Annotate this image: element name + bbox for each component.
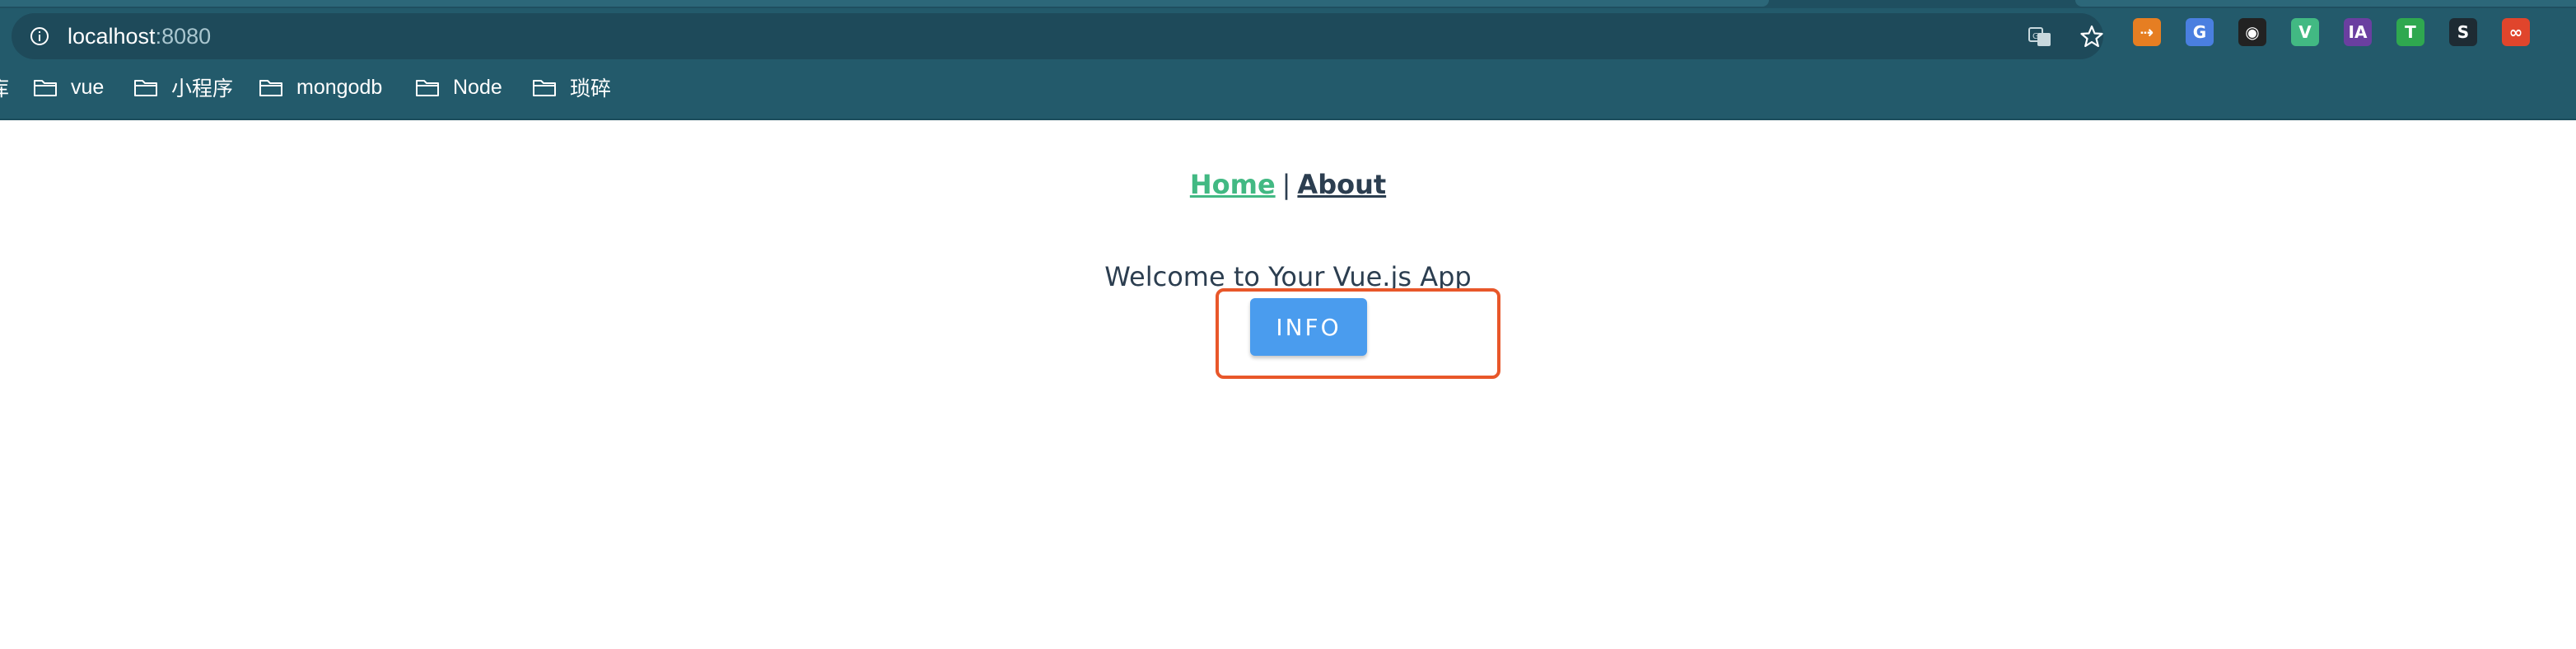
translate-icon[interactable]: G [2028,25,2052,49]
folder-icon [533,80,556,96]
bookmark-item[interactable]: vue [33,71,104,104]
bookmark-item[interactable]: 小程序 [133,71,233,104]
tab[interactable] [0,0,1769,7]
google-translate-extension-icon[interactable]: G [2186,18,2214,46]
tab[interactable] [2075,0,2576,7]
folder-icon [34,80,57,96]
incognito-extension-icon[interactable]: ◉ [2238,18,2266,46]
bookmark-item[interactable]: Node [415,71,502,104]
nav-separator: | [1281,169,1291,200]
bookmark-item[interactable]: 库 [0,71,9,104]
bookmark-item[interactable]: 琐碎 [532,71,611,104]
folder-icon [416,80,439,96]
extension-glyph: IA [2348,22,2368,42]
s-extension-icon[interactable]: S [2449,18,2477,46]
extension-glyph: V [2298,22,2312,42]
bookmark-label: Node [453,75,502,99]
bookmark-item[interactable]: mongodb [259,71,382,104]
info-icon[interactable] [30,26,49,46]
nav-link-about[interactable]: About [1297,169,1386,200]
bookmark-label: 琐碎 [570,77,612,100]
folder-icon [134,80,157,96]
bookmarks-bar: 库 vue 小程序 mongodb Node 琐碎 [0,71,2576,104]
svg-text:G: G [2032,32,2039,41]
tampermonkey-shield-extension-icon[interactable]: T [2396,18,2424,46]
vue-devtools-extension-icon[interactable]: V [2291,18,2319,46]
extension-glyph: ◉ [2245,22,2260,42]
extension-glyph: G [2192,22,2207,42]
bookmark-label: vue [71,75,105,99]
bookmark-star-icon[interactable] [2079,23,2105,49]
infinity-extension-icon[interactable]: ∞ [2502,18,2530,46]
app-nav: Home | About [0,168,2576,201]
vue-app-page: Home | About Welcome to Your Vue.js App IN… [0,120,2576,649]
extension-glyph: ⇢ [2140,22,2154,42]
url-port: :8080 [155,24,212,49]
extension-glyph: ∞ [2508,22,2523,42]
url-host: localhost [68,24,156,49]
bookmark-label: 小程序 [171,77,234,100]
nav-link-home[interactable]: Home [1190,169,1276,200]
browser-chrome: localhost:8080 G ⇢ G ◉ V IA T S ∞ 库 vue 小程序 mongod… [0,0,2576,120]
extension-glyph: T [2405,22,2416,42]
ia-extension-icon[interactable]: IA [2344,18,2372,46]
address-bar[interactable]: localhost:8080 G [12,13,2103,59]
orange-arrow-extension-icon[interactable]: ⇢ [2133,18,2161,46]
info-button[interactable]: INFO [1250,298,1367,356]
bookmark-label: 库 [0,72,9,102]
folder-icon [259,80,282,96]
tab-strip [0,0,2576,8]
extension-glyph: S [2457,22,2470,42]
bookmark-label: mongodb [296,75,383,99]
url-text[interactable]: localhost:8080 [68,22,211,50]
